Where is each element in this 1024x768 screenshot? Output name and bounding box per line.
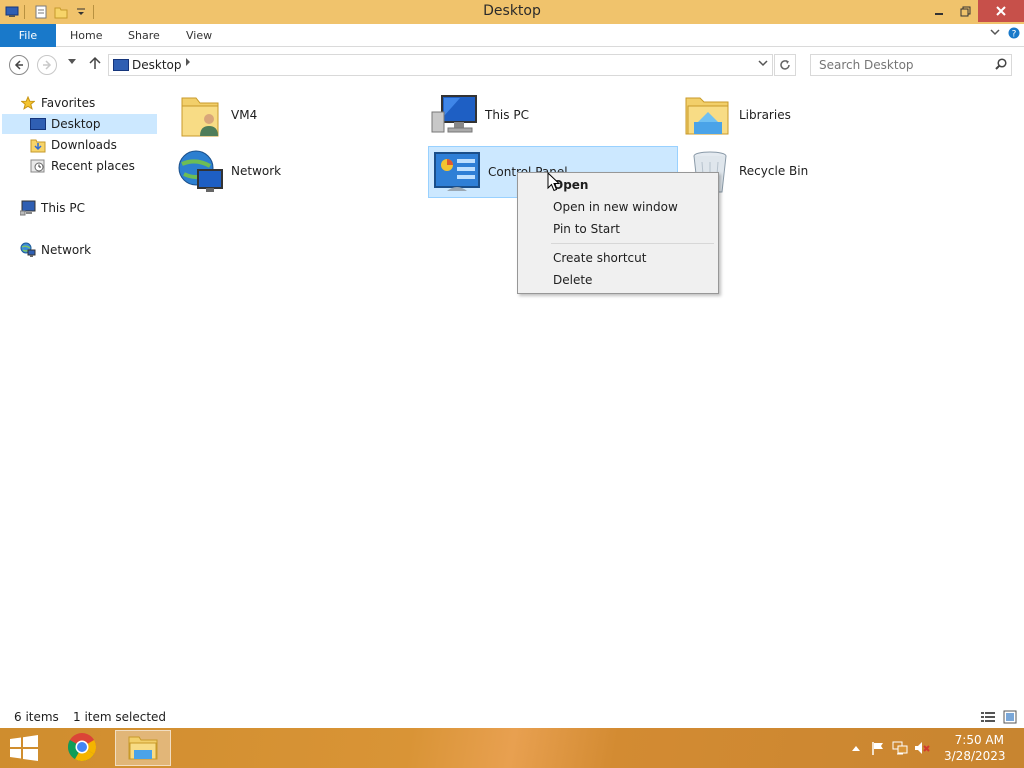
recent-locations-icon[interactable] (68, 57, 76, 68)
nav-network[interactable]: Network (20, 240, 91, 260)
chrome-icon (67, 732, 97, 765)
mouse-cursor-icon (547, 171, 561, 192)
selection-count: 1 item selected (73, 710, 167, 724)
windows-start-icon[interactable] (8, 734, 40, 762)
downloads-folder-icon (30, 137, 46, 153)
item-label: Recycle Bin (739, 164, 809, 178)
menu-item-delete[interactable]: Delete (520, 269, 716, 291)
window-title: Desktop (483, 3, 541, 19)
address-dropdown-icon[interactable] (758, 58, 768, 71)
nav-favorites[interactable]: Favorites (20, 93, 95, 113)
tab-home[interactable]: Home (70, 24, 102, 47)
star-icon (20, 95, 36, 111)
desktop-icon (30, 116, 46, 132)
nav-this-pc-label: This PC (41, 201, 85, 215)
computer-icon (20, 200, 36, 216)
network-icon (20, 242, 36, 258)
close-button[interactable] (978, 0, 1024, 22)
libraries-icon (684, 92, 732, 140)
item-count: 6 items (14, 710, 59, 724)
item-label: Network (231, 164, 282, 178)
item-label: Libraries (739, 108, 791, 122)
network-icon (176, 148, 224, 196)
forward-button[interactable] (37, 55, 57, 75)
refresh-button[interactable] (774, 54, 796, 76)
nav-this-pc[interactable]: This PC (20, 198, 85, 218)
details-view-icon[interactable] (980, 709, 996, 725)
svg-text:?: ? (1012, 30, 1017, 40)
title-bar: Desktop (0, 0, 1024, 24)
file-explorer-icon (128, 733, 158, 764)
nav-item-recent-places[interactable]: Recent places (30, 156, 135, 176)
network-status-icon[interactable] (892, 740, 908, 756)
address-location[interactable]: Desktop (132, 58, 182, 72)
restore-button[interactable] (952, 0, 978, 22)
item-label: VM4 (231, 108, 258, 122)
nav-item-label: Recent places (51, 159, 135, 173)
taskbar-clock[interactable]: 7:50 AM 3/28/2023 (944, 732, 1006, 764)
back-button[interactable] (9, 55, 29, 75)
address-row: Desktop (0, 47, 1024, 83)
help-icon[interactable]: ? (1008, 27, 1020, 42)
tab-share[interactable]: Share (128, 24, 160, 47)
menu-separator (551, 243, 714, 244)
item-libraries[interactable]: Libraries (680, 90, 930, 142)
nav-favorites-label: Favorites (41, 96, 96, 110)
nav-item-desktop[interactable]: Desktop (2, 114, 157, 134)
volume-muted-icon[interactable] (914, 740, 930, 756)
menu-item-pin-to-start[interactable]: Pin to Start (520, 218, 716, 240)
show-hidden-icons-icon[interactable] (848, 740, 864, 756)
breadcrumb-chevron-icon[interactable] (185, 58, 191, 69)
taskbar-file-explorer[interactable] (115, 730, 171, 766)
nav-network-label: Network (41, 243, 92, 257)
navigation-pane: Favorites Desktop Downloads Recent place… (0, 88, 160, 698)
item-label: This PC (485, 108, 529, 122)
tab-view[interactable]: View (186, 24, 212, 47)
tab-file[interactable]: File (0, 24, 56, 47)
clock-time: 7:50 AM (954, 733, 1004, 747)
large-icons-view-icon[interactable] (1002, 709, 1018, 725)
computer-icon (430, 92, 478, 140)
search-box[interactable] (810, 54, 1012, 76)
desktop-icon (113, 59, 129, 71)
ribbon-tabs: File Home Share View ? (0, 24, 1024, 47)
nav-item-label: Desktop (51, 117, 101, 131)
window-controls (926, 0, 1024, 22)
address-bar[interactable]: Desktop (108, 54, 773, 76)
status-bar: 6 items 1 item selected (0, 706, 1024, 728)
action-center-flag-icon[interactable] (870, 740, 886, 756)
nav-item-label: Downloads (51, 138, 117, 152)
up-arrow-icon[interactable] (89, 56, 101, 73)
item-network[interactable]: Network (172, 146, 422, 198)
control-panel-icon (433, 149, 481, 197)
minimize-button[interactable] (926, 0, 952, 22)
taskbar-chrome[interactable] (54, 730, 110, 766)
expand-ribbon-icon[interactable] (990, 27, 1000, 42)
clock-date: 3/28/2023 (944, 749, 1006, 763)
system-tray: 7:50 AM 3/28/2023 (844, 728, 1024, 768)
menu-item-open-in-new-window[interactable]: Open in new window (520, 196, 716, 218)
item-vm4[interactable]: VM4 (172, 90, 422, 142)
menu-item-create-shortcut[interactable]: Create shortcut (520, 247, 716, 269)
recent-places-icon (30, 158, 46, 174)
item-this-pc[interactable]: This PC (426, 90, 676, 142)
taskbar: 7:50 AM 3/28/2023 (0, 728, 1024, 768)
search-input[interactable] (811, 55, 989, 75)
nav-item-downloads[interactable]: Downloads (30, 135, 117, 155)
search-icon[interactable] (995, 58, 1007, 73)
user-folder-icon (176, 92, 224, 140)
